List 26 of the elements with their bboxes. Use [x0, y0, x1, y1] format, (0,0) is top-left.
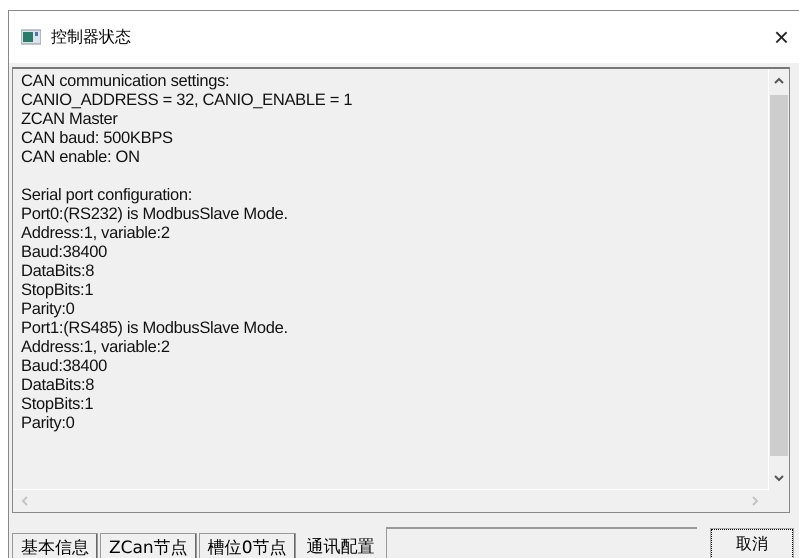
- text-line: Baud:38400: [21, 243, 108, 262]
- text-line: DataBits:8: [21, 262, 96, 281]
- text-line: Serial port configuration:: [21, 186, 194, 205]
- scrollbar-thumb[interactable]: [770, 95, 788, 456]
- text-line: Port1:(RS485) is ModbusSlave Mode.: [21, 319, 289, 338]
- text-line: CAN enable: ON: [21, 148, 141, 167]
- text-line: CAN communication settings:: [21, 72, 230, 91]
- text-line: Parity:0: [21, 414, 76, 433]
- text-line: CAN baud: 500KBPS: [21, 129, 174, 148]
- text-line: CANIO_ADDRESS = 32, CANIO_ENABLE = 1: [21, 91, 354, 110]
- text-line: DataBits:8: [21, 376, 96, 395]
- window-title: 控制器状态: [51, 26, 132, 48]
- close-button[interactable]: ×: [774, 24, 789, 50]
- text-line: StopBits:1: [21, 395, 94, 414]
- tab[interactable]: 基本信息: [12, 533, 98, 558]
- tab[interactable]: ZCan节点: [100, 533, 197, 558]
- text-line: Baud:38400: [21, 357, 108, 376]
- text-line: Address:1, variable:2: [21, 338, 171, 357]
- text-line: Address:1, variable:2: [21, 224, 171, 243]
- text-line: ZCAN Master: [21, 110, 119, 129]
- cancel-button[interactable]: 取消: [711, 529, 793, 558]
- text-line: Port0:(RS232) is ModbusSlave Mode.: [21, 205, 289, 224]
- text-line: StopBits:1: [21, 281, 94, 300]
- window-icon: [21, 29, 41, 45]
- tab[interactable]: 槽位0节点: [198, 533, 296, 558]
- text-line: Parity:0: [21, 300, 76, 319]
